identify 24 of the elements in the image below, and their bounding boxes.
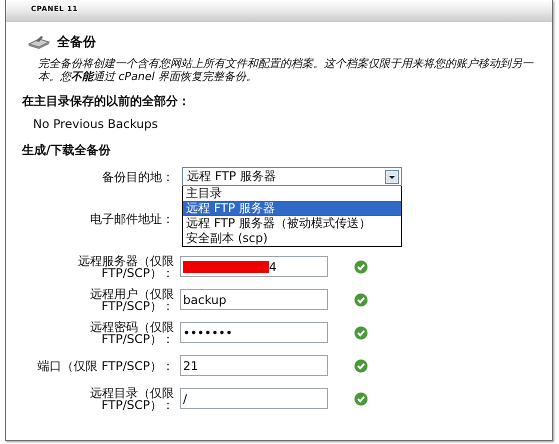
input-field[interactable]: / <box>180 388 328 409</box>
dropdown-option[interactable]: 远程 FTP 服务器（被动模式传送） <box>183 216 401 231</box>
description-line: 本。您不能通过 cPanel 界面恢复完整备份。 <box>38 70 258 83</box>
section-title: 全备份 <box>57 34 96 51</box>
input-field[interactable]: backup <box>180 289 328 310</box>
field-label: 远程密码（仅限 FTP/SCP）： <box>89 320 174 344</box>
section-heading: 在主目录保存的以前的全部分： <box>22 93 191 110</box>
field-label: 端口（仅限 FTP/SCP）： <box>36 360 174 372</box>
caret-icon <box>385 170 399 184</box>
description-line: 完全备份将创建一个含有您网站上所有文件和配置的档案。这个档案仅限于用来将您的账户移动到另一 <box>38 57 534 70</box>
field-label: 远程服务器（仅限 FTP/SCP）： <box>77 254 174 278</box>
dropdown-option[interactable]: 主目录 <box>183 186 401 201</box>
no-backups-text: No Previous Backups <box>33 117 159 131</box>
field-label: 远程用户（仅限 FTP/SCP）： <box>89 288 174 312</box>
field-label: 电子邮件地址： <box>89 213 174 225</box>
dropdown-option[interactable]: 安全副本 (scp) <box>183 231 401 246</box>
destination-select[interactable]: 远程 FTP 服务器 <box>182 167 402 186</box>
input-field[interactable]: ••••••• <box>180 322 328 343</box>
field-label: 远程目录（仅限 FTP/SCP）： <box>89 386 174 410</box>
field-label: 备份目的地： <box>101 170 174 182</box>
section-heading: 生成/下载全备份 <box>22 142 112 159</box>
input-field[interactable]: 4 <box>180 256 328 277</box>
input-field[interactable]: 21 <box>180 355 328 376</box>
dropdown-option[interactable]: 远程 FTP 服务器 <box>183 201 401 216</box>
